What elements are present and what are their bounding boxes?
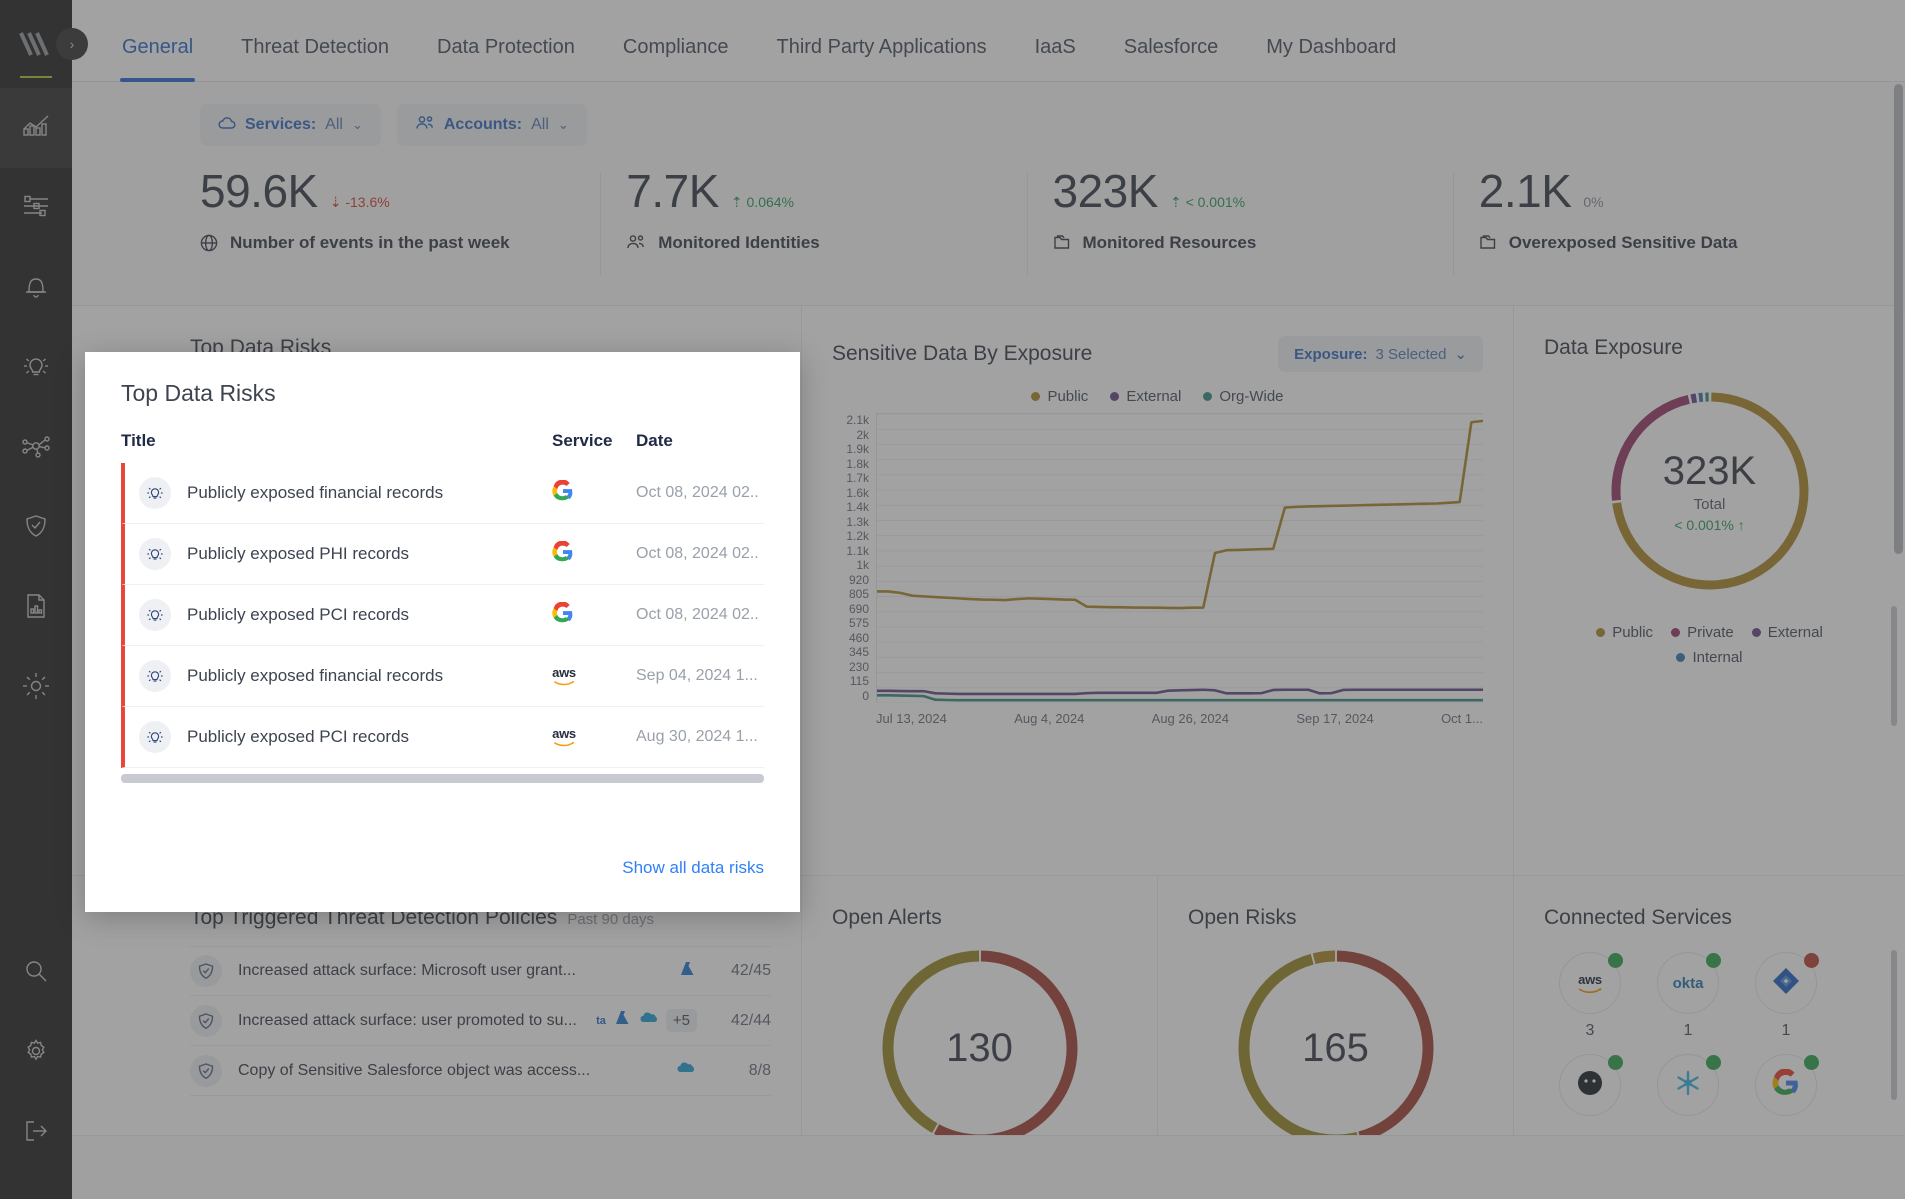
modal-table-header: Title Service Date: [121, 431, 764, 463]
risk-date: Oct 08, 2024 02..: [636, 484, 759, 501]
top-data-risks-modal: Top Data Risks Title Service Date Public…: [85, 352, 800, 912]
risk-title: Publicly exposed PCI records: [187, 605, 410, 624]
table-row[interactable]: Publicly exposed financial records aws S…: [121, 646, 764, 707]
risk-date: Sep 04, 2024 1...: [636, 667, 758, 684]
modal-footer: Show all data risks: [121, 858, 764, 912]
lightbulb-icon: [139, 660, 171, 692]
risk-title-cell: Publicly exposed financial records: [139, 477, 552, 509]
risk-title: Publicly exposed financial records: [187, 483, 444, 502]
table-row[interactable]: Publicly exposed PCI records aws Aug 30,…: [121, 707, 764, 768]
modal-title: Top Data Risks: [121, 380, 276, 406]
risk-title: Publicly exposed financial records: [187, 666, 444, 685]
lightbulb-icon: [139, 721, 171, 753]
lightbulb-icon: [139, 477, 171, 509]
table-row[interactable]: Publicly exposed PHI records Oct 08, 202…: [121, 524, 764, 585]
risk-service-cell: [552, 479, 636, 507]
google-icon: [552, 479, 574, 507]
show-all-data-risks-link[interactable]: Show all data risks: [622, 858, 764, 877]
risk-title-cell: Publicly exposed financial records: [139, 660, 552, 692]
risk-title: Publicly exposed PCI records: [187, 727, 410, 746]
modal-horizontal-scrollbar[interactable]: [121, 774, 764, 783]
column-header-title: Title: [121, 431, 156, 450]
aws-icon: aws: [552, 666, 576, 686]
table-row[interactable]: Publicly exposed financial records Oct 0…: [121, 463, 764, 524]
risk-service-cell: [552, 601, 636, 629]
google-icon: [552, 601, 574, 629]
lightbulb-icon: [139, 599, 171, 631]
google-icon: [552, 540, 574, 568]
dashboard-app: › General Threat Detection Data Protecti…: [0, 0, 1905, 1199]
risk-title-cell: Publicly exposed PHI records: [139, 538, 552, 570]
risk-title-cell: Publicly exposed PCI records: [139, 721, 552, 753]
risk-title: Publicly exposed PHI records: [187, 544, 410, 563]
risk-date: Oct 08, 2024 02..: [636, 545, 759, 562]
table-row[interactable]: Publicly exposed PCI records Oct 08, 202…: [121, 585, 764, 646]
risk-date: Oct 08, 2024 02..: [636, 606, 759, 623]
risk-service-cell: aws: [552, 727, 636, 747]
column-header-date: Date: [636, 431, 673, 450]
aws-icon: aws: [552, 727, 576, 747]
risk-title-cell: Publicly exposed PCI records: [139, 599, 552, 631]
modal-table: Title Service Date Publicly exposed fina…: [121, 431, 764, 783]
risk-date: Aug 30, 2024 1...: [636, 728, 758, 745]
risk-service-cell: aws: [552, 666, 636, 686]
lightbulb-icon: [139, 538, 171, 570]
column-header-service: Service: [552, 431, 613, 450]
risk-service-cell: [552, 540, 636, 568]
